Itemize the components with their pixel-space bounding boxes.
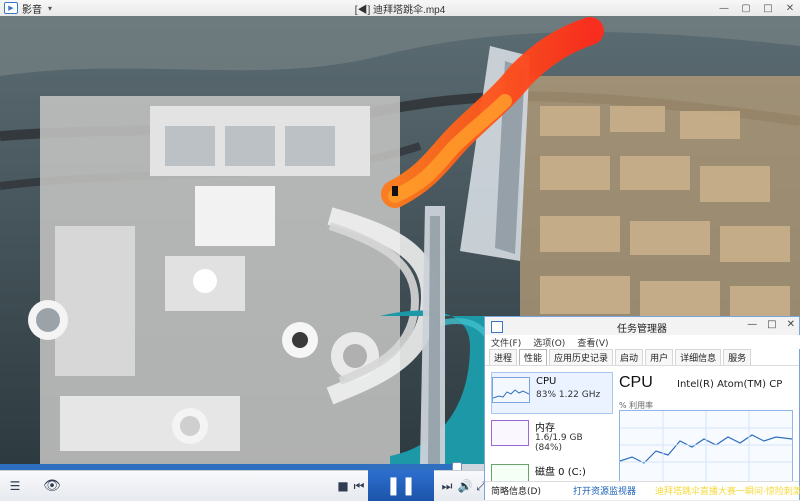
- tab-users[interactable]: 用户: [645, 349, 674, 365]
- tab-startup[interactable]: 启动: [615, 349, 644, 365]
- playlist-icon[interactable]: ☰: [6, 477, 24, 495]
- cpu-utilization-graph-svg: [619, 411, 793, 481]
- resource-name: CPU: [536, 376, 557, 387]
- cpu-heading: CPU: [619, 374, 653, 391]
- close-icon[interactable]: ✕: [784, 2, 796, 14]
- resource-item-memory[interactable]: 内存 1.6/1.9 GB (84%): [491, 416, 611, 456]
- performance-panel: CPU 83% 1.22 GHz 内存 1.6/1.9 GB (84%) 磁盘 …: [485, 365, 799, 490]
- maximize-icon[interactable]: □: [767, 319, 776, 330]
- cpu-mini-graph: [492, 377, 530, 403]
- chevron-down-icon[interactable]: ▾: [48, 4, 52, 13]
- play-pause-button[interactable]: ❚❚: [368, 470, 434, 501]
- fewer-details-link[interactable]: 简略信息(D): [491, 484, 541, 497]
- marquee-text: 迪拜塔跳伞直播大赛一瞬间·惊险刺激: [655, 487, 800, 497]
- next-icon[interactable]: ⏭: [438, 477, 456, 495]
- restore-icon[interactable]: ▢: [740, 2, 752, 14]
- task-manager-window[interactable]: 任务管理器 — □ ✕ 文件(F) 选项(O) 查看(V) 进程 性能 应用历史…: [484, 316, 800, 500]
- task-manager-tabs: 进程 性能 应用历史记录 启动 用户 详细信息 服务: [485, 349, 800, 365]
- window-controls: — ▢ □ ✕: [718, 0, 796, 16]
- tab-performance[interactable]: 性能: [519, 349, 548, 365]
- tab-app-history[interactable]: 应用历史记录: [549, 349, 614, 365]
- resource-list: CPU 83% 1.22 GHz 内存 1.6/1.9 GB (84%) 磁盘 …: [491, 372, 613, 490]
- task-manager-menubar: 文件(F) 选项(O) 查看(V): [485, 335, 800, 349]
- task-manager-window-controls: — □ ✕: [747, 319, 795, 330]
- app-menu[interactable]: ▶ 影音 ▾: [0, 0, 52, 16]
- minimize-icon[interactable]: —: [747, 319, 757, 330]
- menu-options[interactable]: 选项(O): [533, 336, 565, 349]
- tab-processes[interactable]: 进程: [489, 349, 518, 365]
- task-manager-titlebar: 任务管理器 — □ ✕: [485, 317, 799, 336]
- menu-view[interactable]: 查看(V): [577, 336, 608, 349]
- previous-icon[interactable]: ⏮: [350, 477, 368, 495]
- tab-details[interactable]: 详细信息: [675, 349, 722, 365]
- app-name: 影音: [22, 4, 42, 16]
- pause-icon: ❚❚: [385, 475, 417, 496]
- task-manager-footer: 简略信息(D) 打开资源监视器 迪拜塔跳伞直播大赛一瞬间·惊险刺激: [485, 481, 800, 500]
- open-resource-monitor-link[interactable]: 打开资源监视器: [573, 484, 636, 497]
- cpu-utilization-graph: [619, 410, 793, 482]
- tab-services[interactable]: 服务: [723, 349, 752, 365]
- close-icon[interactable]: ✕: [787, 319, 795, 330]
- resource-name: 磁盘 0 (C:): [535, 467, 586, 478]
- resource-item-cpu[interactable]: CPU 83% 1.22 GHz: [491, 372, 613, 414]
- file-title: [◀] 迪拜塔跳伞.mp4: [354, 5, 446, 16]
- minimize-icon[interactable]: —: [718, 2, 730, 14]
- resource-name: 内存: [535, 423, 555, 434]
- maximize-icon[interactable]: □: [762, 2, 774, 14]
- player-titlebar: ▶ 影音 ▾ [◀] 迪拜塔跳伞.mp4 — ▢ □ ✕: [0, 0, 800, 17]
- cpu-model: Intel(R) Atom(TM) CP: [677, 379, 783, 390]
- memory-mini-graph: [491, 420, 529, 446]
- app-logo-icon: ▶: [4, 2, 18, 14]
- cpu-mini-graph-svg: [492, 389, 530, 399]
- eye-icon[interactable]: 👁: [40, 477, 64, 495]
- menu-file[interactable]: 文件(F): [491, 336, 521, 349]
- resource-subtext: 83% 1.22 GHz: [536, 390, 601, 400]
- cpu-details: CPU Intel(R) Atom(TM) CP % 利用率: [619, 372, 793, 482]
- resource-subtext: 1.6/1.9 GB (84%): [535, 433, 583, 453]
